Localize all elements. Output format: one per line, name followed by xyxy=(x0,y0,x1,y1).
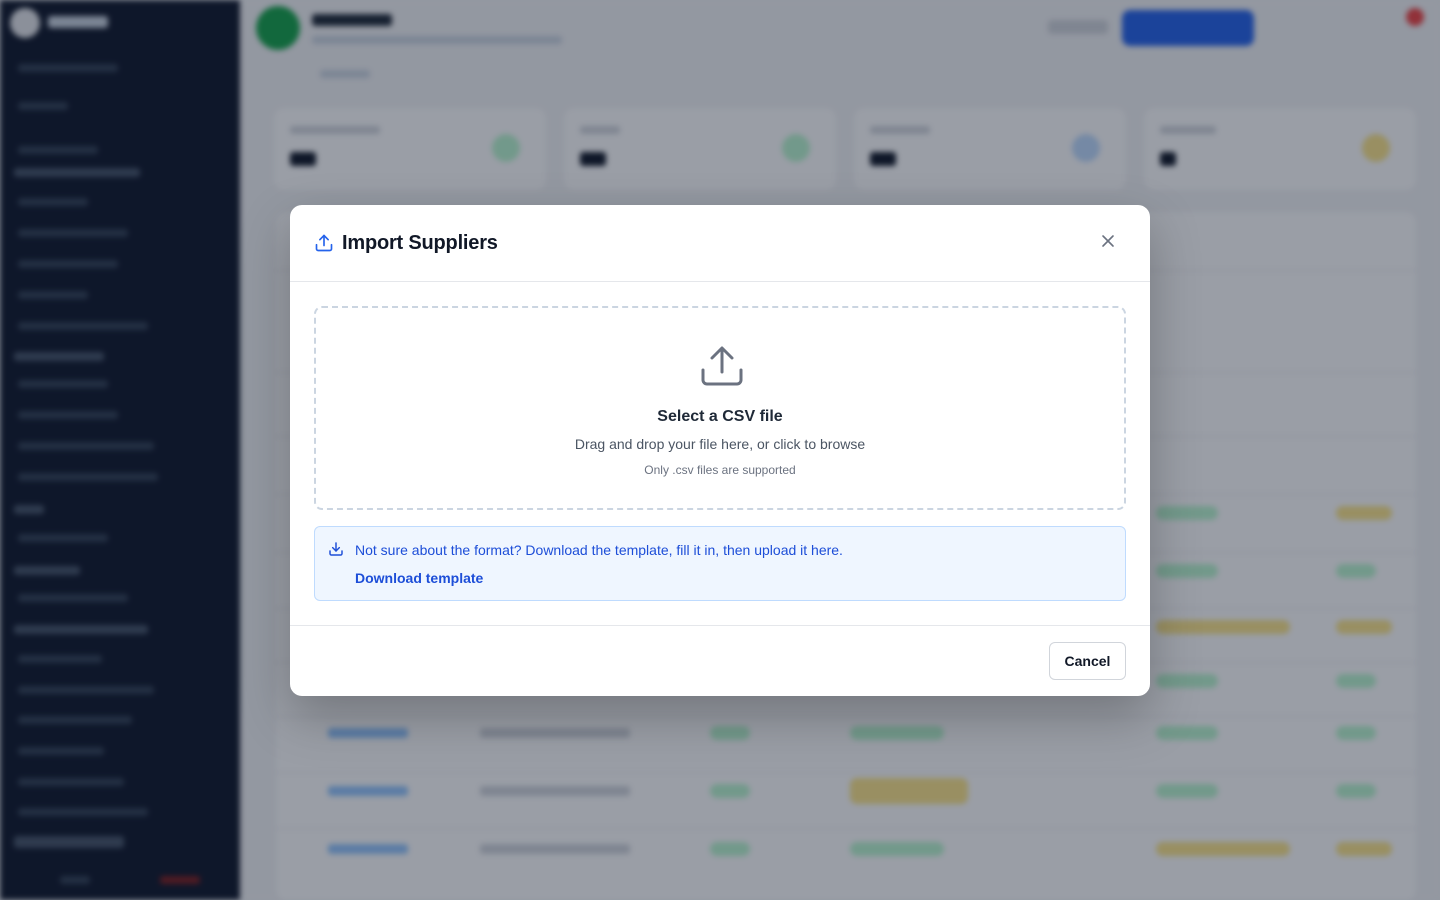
dialog-title: Import Suppliers xyxy=(342,231,498,254)
close-button[interactable] xyxy=(1096,231,1120,255)
template-info-box: Not sure about the format? Download the … xyxy=(314,526,1126,601)
upload-icon xyxy=(314,233,334,253)
dropzone-subtitle: Drag and drop your file here, or click t… xyxy=(574,436,866,452)
template-info-text: Not sure about the format? Download the … xyxy=(355,542,843,558)
import-suppliers-dialog: Import Suppliers Select a CSV file Drag … xyxy=(290,205,1150,696)
upload-icon xyxy=(700,344,744,388)
file-dropzone[interactable]: Select a CSV file Drag and drop your fil… xyxy=(314,306,1126,510)
dialog-footer: Cancel xyxy=(290,625,1150,696)
cancel-button[interactable]: Cancel xyxy=(1049,642,1126,680)
dropzone-title: Select a CSV file xyxy=(657,408,783,425)
dialog-header: Import Suppliers xyxy=(290,205,1150,282)
download-template-link[interactable]: Download template xyxy=(355,570,483,586)
dropzone-note: Only .csv files are supported xyxy=(644,463,796,477)
close-icon xyxy=(1100,233,1116,254)
download-icon xyxy=(328,541,344,557)
